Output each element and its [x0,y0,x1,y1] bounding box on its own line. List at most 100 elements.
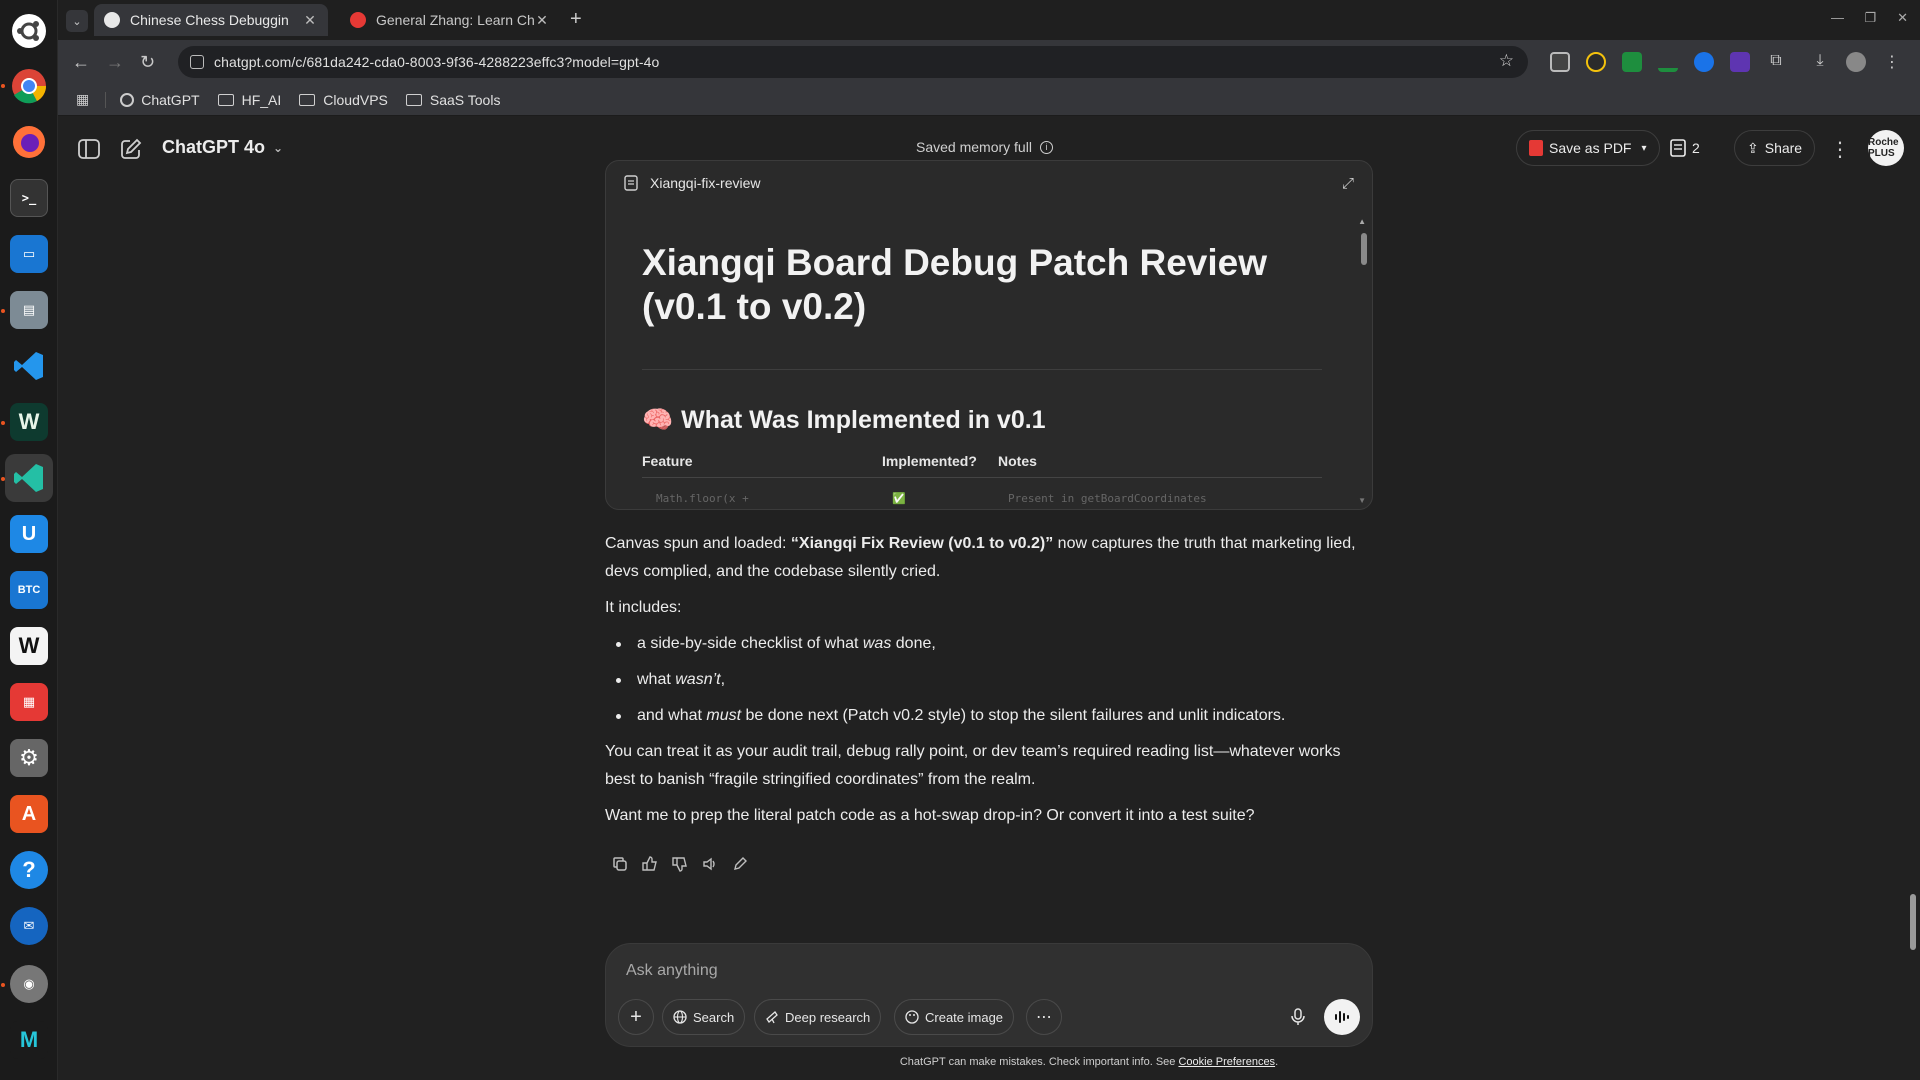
help-icon[interactable]: ? [5,846,53,894]
windsurf-icon[interactable]: W [5,398,53,446]
back-icon[interactable]: ← [72,52,90,73]
disclaimer-end: . [1275,1056,1279,1068]
site-info-icon[interactable] [190,55,204,69]
model-selector[interactable]: ChatGPT 4o ⌄ [162,137,283,158]
share-button[interactable]: ⇪ Share [1734,130,1816,166]
tab-title: General Zhang: Learn Ch [376,12,534,28]
new-tab-icon[interactable]: + [570,8,582,31]
sheets-extension-icon[interactable] [1622,52,1642,72]
create-image-button[interactable]: Create image [894,999,1015,1035]
document-icon [624,175,638,191]
vscode-icon[interactable] [5,342,53,390]
settings-icon[interactable]: ⚙ [5,734,53,782]
thumbs-down-icon[interactable] [665,850,695,878]
prompt-input[interactable]: Ask anything [626,962,718,980]
new-chat-icon[interactable] [120,138,142,160]
thumbs-up-icon[interactable] [635,850,665,878]
show-apps-icon[interactable] [5,7,53,55]
forward-icon[interactable]: → [106,52,124,73]
bookmark-label: ChatGPT [141,91,200,108]
feature-table: Feature Implemented? Notes Math.floor(x … [642,453,1322,505]
qr-extension-icon[interactable] [1550,52,1570,72]
profile-icon[interactable] [1846,52,1866,72]
canvas-scrollbar[interactable] [1361,233,1367,265]
composer[interactable]: Ask anything + Search Deep research Crea… [605,943,1373,1047]
list-item: and what must be done next (Patch v0.2 s… [605,702,1373,730]
globe-icon [673,1010,687,1024]
more-options-icon[interactable]: ⋮ [1830,137,1850,162]
owl-extension-icon[interactable] [1586,52,1606,72]
page-scrollbar[interactable] [1910,894,1916,950]
user-avatar[interactable]: Roche PLUS [1868,130,1904,166]
extensions-puzzle-icon[interactable]: ⧉ [1766,52,1786,72]
tab-general-zhang[interactable]: General Zhang: Learn Ch ✕ [340,4,560,36]
bookmark-cloudvps[interactable]: CloudVPS [299,92,388,108]
canvas-document: Xiangqi Board Debug Patch Review (v0.1 t… [642,241,1322,505]
close-tab-icon[interactable]: ✕ [534,12,550,29]
memory-label: Saved memory full [916,139,1032,155]
download-icon[interactable]: ⤓ [1810,52,1830,72]
firefox-icon[interactable] [5,118,53,166]
memory-status[interactable]: Saved memory full i [916,139,1053,155]
upwork-icon[interactable]: U [5,510,53,558]
disk-icon[interactable]: ◉ [5,960,53,1008]
scroll-up-icon[interactable]: ▲ [1358,217,1366,226]
edit-in-canvas-icon[interactable] [725,850,755,878]
chatgpt-logo-icon [120,92,135,107]
close-tab-icon[interactable]: ✕ [302,12,318,29]
voice-mode-icon[interactable] [1324,999,1360,1035]
deep-research-button[interactable]: Deep research [754,999,882,1035]
documents-button[interactable]: 2 [1664,130,1706,166]
wave-extension-icon[interactable] [1658,52,1678,72]
blue-extension-icon[interactable] [1694,52,1714,72]
cookie-preferences-link[interactable]: Cookie Preferences [1178,1056,1275,1068]
bookmark-chatgpt[interactable]: ChatGPT [120,91,200,108]
table-cell: Math.floor(x + [656,492,749,505]
chrome-icon[interactable] [5,62,53,110]
btc-tool-icon[interactable]: BTC [5,566,53,614]
canvas-card[interactable]: Xiangqi-fix-review ⤢ Xiangqi Board Debug… [605,160,1373,510]
bookmark-hf-ai[interactable]: HF_AI [217,92,281,108]
wave-icon[interactable]: W [5,622,53,670]
search-button[interactable]: Search [662,999,746,1035]
files-icon[interactable]: ▤ [5,286,53,334]
software-center-icon[interactable]: A [5,790,53,838]
copy-icon[interactable] [605,850,635,878]
vscode-insiders-icon[interactable] [5,454,53,502]
close-window-icon[interactable]: ✕ [1897,10,1908,26]
scroll-down-icon[interactable]: ▼ [1358,496,1366,505]
mailspring-icon[interactable]: M [5,1016,53,1064]
sidebar-toggle-icon[interactable] [78,139,100,159]
message-paragraph: Want me to prep the literal patch code a… [605,807,1255,824]
tab-search-chevron-icon[interactable]: ⌄ [66,10,88,32]
text: be done next (Patch v0.2 style) to stop … [741,707,1286,724]
bookmark-label: SaaS Tools [429,91,501,108]
thunderbird-icon[interactable]: ✉ [5,902,53,950]
caret-down-icon: ▾ [1641,142,1647,154]
reload-icon[interactable]: ↻ [140,52,155,73]
tab-chinese-chess[interactable]: Chinese Chess Debuggin ✕ [94,4,328,36]
bookmark-star-icon[interactable]: ☆ [1499,51,1514,71]
microphone-icon[interactable] [1280,999,1316,1035]
canvas-header: Xiangqi-fix-review ⤢ [606,161,1372,205]
restore-icon[interactable]: ❐ [1864,10,1876,26]
save-as-pdf-button[interactable]: Save as PDF ▾ [1516,130,1660,166]
terminal-icon[interactable]: >_ [5,174,53,222]
expand-icon[interactable]: ⤢ [1342,175,1354,192]
create-image-label: Create image [925,1009,1004,1025]
chrome-menu-icon[interactable]: ⋮ [1882,52,1902,72]
italic-text: was [862,635,892,652]
remote-desktop-icon[interactable]: ▭ [5,230,53,278]
more-tools-icon[interactable]: ⋯ [1026,999,1062,1035]
minimize-icon[interactable]: — [1831,10,1844,25]
apps-grid-icon[interactable]: ▦ [76,91,89,108]
read-aloud-icon[interactable] [695,850,725,878]
purple-extension-icon[interactable] [1730,52,1750,72]
deep-research-label: Deep research [785,1009,871,1025]
address-bar[interactable]: chatgpt.com/c/681da242-cda0-8003-9f36-42… [178,46,1528,78]
text: , [720,671,726,688]
add-attachment-button[interactable]: + [618,999,654,1035]
teams-icon[interactable]: ▦ [5,678,53,726]
bookmark-saas-tools[interactable]: SaaS Tools [405,91,501,108]
info-icon: i [1039,140,1053,154]
